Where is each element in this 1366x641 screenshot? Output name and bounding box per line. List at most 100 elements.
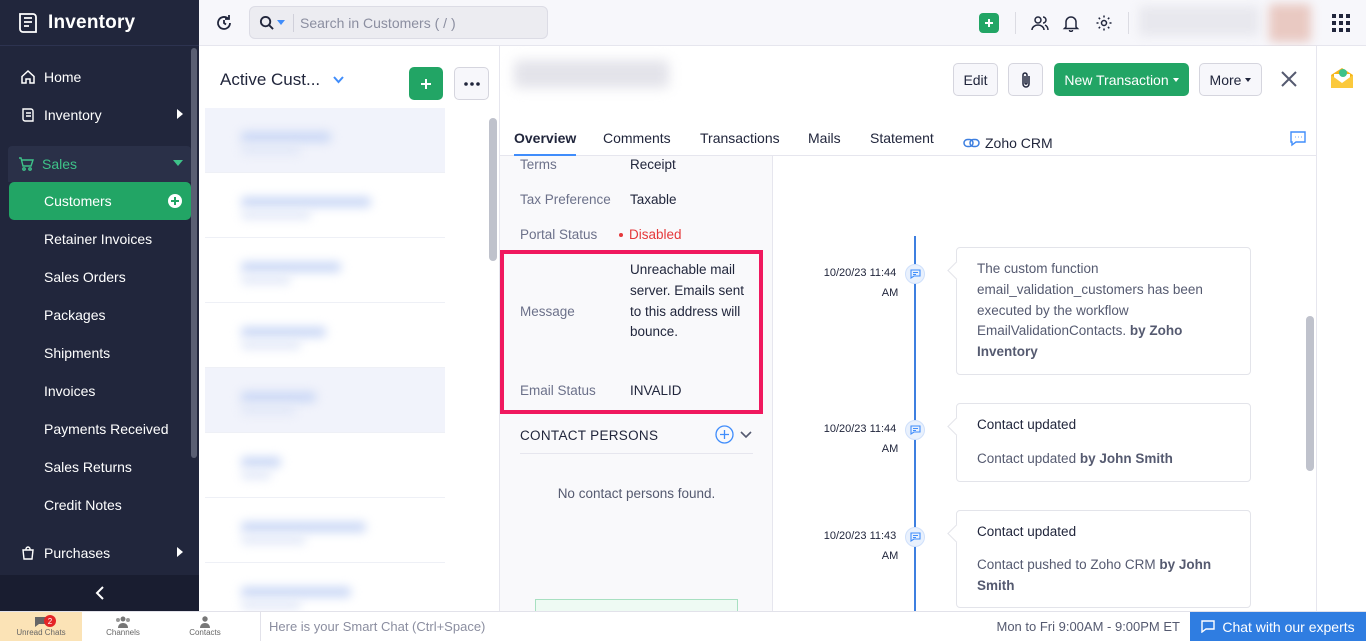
customer-detail-panel: Edit New Transaction More Overview Comme… xyxy=(500,46,1316,616)
mail-notification-icon[interactable] xyxy=(1329,66,1355,90)
sidebar-item-label: Packages xyxy=(44,307,106,323)
timeline-entry: Contact updated Contact updated by John … xyxy=(956,403,1251,482)
sidebar: Inventory Home Inventory Sales Customers… xyxy=(0,0,199,611)
portal-status-value: Disabled xyxy=(619,227,682,242)
bag-icon xyxy=(20,545,36,561)
timeline-date: 10/20/23 11:44 xyxy=(823,267,897,279)
chevron-down-icon xyxy=(1172,77,1179,82)
organization-name-blurred[interactable] xyxy=(1139,6,1259,36)
timeline-timestamp: 10/20/23 11:44 AM xyxy=(820,419,900,459)
customer-list-panel: Active Cust... xyxy=(199,46,500,611)
chevron-down-icon xyxy=(173,160,183,166)
crm-link-icon xyxy=(963,138,980,148)
sidebar-item-label: Sales xyxy=(42,156,78,172)
terms-label: Terms xyxy=(520,157,557,172)
chevron-down-icon[interactable] xyxy=(740,428,752,442)
sidebar-item-purchases[interactable]: Purchases xyxy=(0,534,199,572)
customer-name-blurred xyxy=(514,60,669,88)
sidebar-item-sales-returns[interactable]: Sales Returns xyxy=(0,448,199,486)
email-status-value: INVALID xyxy=(630,383,682,398)
email-status-label: Email Status xyxy=(520,383,596,398)
users-icon[interactable] xyxy=(1030,13,1050,33)
sidebar-item-label: Credit Notes xyxy=(44,497,122,513)
quick-create-button[interactable] xyxy=(979,13,999,33)
tab-label: Zoho CRM xyxy=(985,135,1053,151)
timeline-entry: The custom function email_validation_cus… xyxy=(956,247,1251,375)
status-dot-icon xyxy=(619,233,623,238)
unread-chats-tab[interactable]: 2 Unread Chats xyxy=(0,612,82,641)
chevron-right-icon xyxy=(177,109,183,119)
sidebar-item-packages[interactable]: Packages xyxy=(0,296,199,334)
sidebar-item-inventory[interactable]: Inventory xyxy=(0,96,199,134)
list-item[interactable] xyxy=(205,173,445,238)
search-icon[interactable] xyxy=(259,15,274,30)
contacts-tab[interactable]: Contacts xyxy=(164,612,246,641)
top-bar xyxy=(199,0,1366,46)
gear-icon[interactable] xyxy=(1094,13,1114,33)
inventory-logo-icon xyxy=(19,12,37,33)
chevron-left-icon xyxy=(95,586,104,600)
sidebar-item-home[interactable]: Home xyxy=(0,58,199,96)
recent-history-icon[interactable] xyxy=(214,13,234,33)
tab-comments[interactable]: Comments xyxy=(603,130,671,156)
more-options-button[interactable] xyxy=(454,67,489,100)
chevron-down-icon xyxy=(1245,77,1252,82)
add-customer-icon[interactable] xyxy=(168,194,182,208)
list-item[interactable] xyxy=(205,563,445,611)
chevron-down-icon[interactable] xyxy=(333,76,344,84)
smart-chat-input[interactable] xyxy=(261,612,997,641)
timeline-timestamp: 10/20/23 11:44 AM xyxy=(820,263,900,303)
tab-overview[interactable]: Overview xyxy=(514,130,577,156)
timeline-text: Contact updated xyxy=(977,450,1077,466)
brand-title: Inventory xyxy=(48,11,136,33)
list-item[interactable] xyxy=(205,108,445,173)
sidebar-item-shipments[interactable]: Shipments xyxy=(0,334,199,372)
contact-persons-header: CONTACT PERSONS xyxy=(520,425,753,454)
add-contact-person-icon[interactable] xyxy=(715,425,734,444)
tab-zoho-crm[interactable]: Zoho CRM xyxy=(963,130,1053,156)
edit-button[interactable]: Edit xyxy=(953,63,998,96)
detail-scrollbar[interactable] xyxy=(1306,316,1314,471)
more-button[interactable]: More xyxy=(1199,63,1262,96)
chat-with-experts-button[interactable]: Chat with our experts xyxy=(1190,612,1366,641)
group-icon xyxy=(116,616,130,628)
search-input[interactable] xyxy=(300,14,530,31)
brand[interactable]: Inventory xyxy=(0,0,199,46)
list-view-title[interactable]: Active Cust... xyxy=(220,70,320,90)
new-customer-button[interactable] xyxy=(409,67,443,100)
timeline-ampm: AM xyxy=(881,443,899,455)
sidebar-item-invoices[interactable]: Invoices xyxy=(0,372,199,410)
search-bar[interactable] xyxy=(249,6,548,39)
sidebar-item-payments-received[interactable]: Payments Received xyxy=(0,410,199,448)
sidebar-item-sales[interactable]: Sales xyxy=(8,146,191,182)
sidebar-item-sales-orders[interactable]: Sales Orders xyxy=(0,258,199,296)
chevron-down-icon[interactable] xyxy=(277,20,285,25)
collapse-sidebar-button[interactable] xyxy=(0,575,199,611)
attach-button[interactable] xyxy=(1008,63,1043,96)
list-item[interactable] xyxy=(205,303,445,368)
tab-transactions[interactable]: Transactions xyxy=(700,130,780,156)
divider xyxy=(1015,12,1016,34)
avatar[interactable] xyxy=(1269,4,1311,42)
tab-statement[interactable]: Statement xyxy=(870,130,934,156)
comment-icon[interactable] xyxy=(1289,130,1307,147)
notification-bell-icon[interactable] xyxy=(1061,13,1081,33)
sidebar-item-retainer-invoices[interactable]: Retainer Invoices xyxy=(0,220,199,258)
apps-grid-icon[interactable] xyxy=(1332,14,1350,32)
support-hours: Mon to Fri 9:00AM - 9:00PM ET xyxy=(996,619,1180,634)
sidebar-item-customers[interactable]: Customers xyxy=(9,182,191,220)
list-scrollbar[interactable] xyxy=(489,118,497,261)
contact-persons-title: CONTACT PERSONS xyxy=(520,428,659,443)
sidebar-scrollbar[interactable] xyxy=(191,48,197,458)
list-item[interactable] xyxy=(205,498,445,563)
sidebar-item-credit-notes[interactable]: Credit Notes xyxy=(0,486,199,524)
channels-tab[interactable]: Channels xyxy=(82,612,164,641)
tab-mails[interactable]: Mails xyxy=(808,130,841,156)
list-item[interactable] xyxy=(205,238,445,303)
close-icon[interactable] xyxy=(1278,68,1300,90)
new-transaction-button[interactable]: New Transaction xyxy=(1054,63,1189,96)
paperclip-icon xyxy=(1021,71,1030,88)
sidebar-item-label: Home xyxy=(44,69,82,85)
list-item[interactable] xyxy=(205,368,445,433)
list-item[interactable] xyxy=(205,433,445,498)
